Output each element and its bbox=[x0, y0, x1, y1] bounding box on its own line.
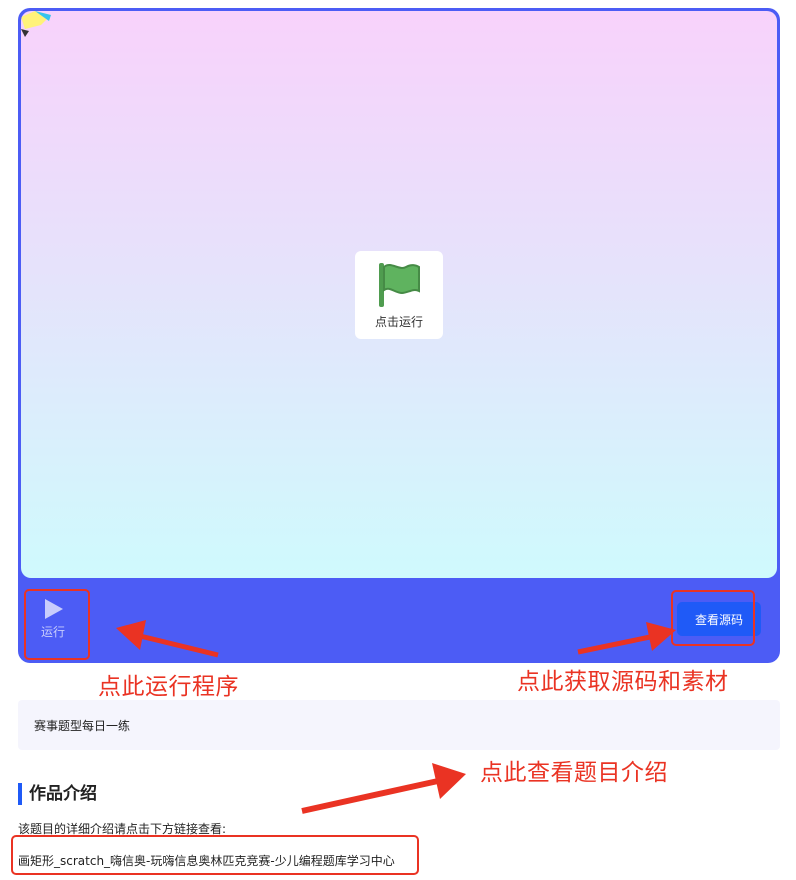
source-arrowhead bbox=[646, 622, 676, 651]
tag-text: 赛事题型每日一练 bbox=[34, 718, 131, 733]
run-arrowhead bbox=[116, 620, 146, 650]
run-arrow bbox=[139, 633, 219, 658]
intro-arrow bbox=[301, 778, 439, 814]
run-hint-annotation: 点此运行程序 bbox=[98, 674, 239, 700]
source-arrow bbox=[577, 634, 651, 655]
intro-link[interactable]: 画矩形_scratch_嗨信奥-玩嗨信息奥林匹克竞赛-少儿编程题库学习中心 bbox=[18, 852, 395, 869]
tag-panel: 赛事题型每日一练 bbox=[18, 700, 780, 750]
source-hint-annotation: 点此获取源码和素材 bbox=[517, 669, 729, 695]
intro-arrowhead bbox=[432, 763, 466, 799]
intro-description: 该题目的详细介绍请点击下方链接查看: bbox=[18, 822, 227, 836]
section-title: 作品介绍 bbox=[18, 783, 97, 805]
intro-hint-annotation: 点此查看题目介绍 bbox=[480, 760, 668, 786]
